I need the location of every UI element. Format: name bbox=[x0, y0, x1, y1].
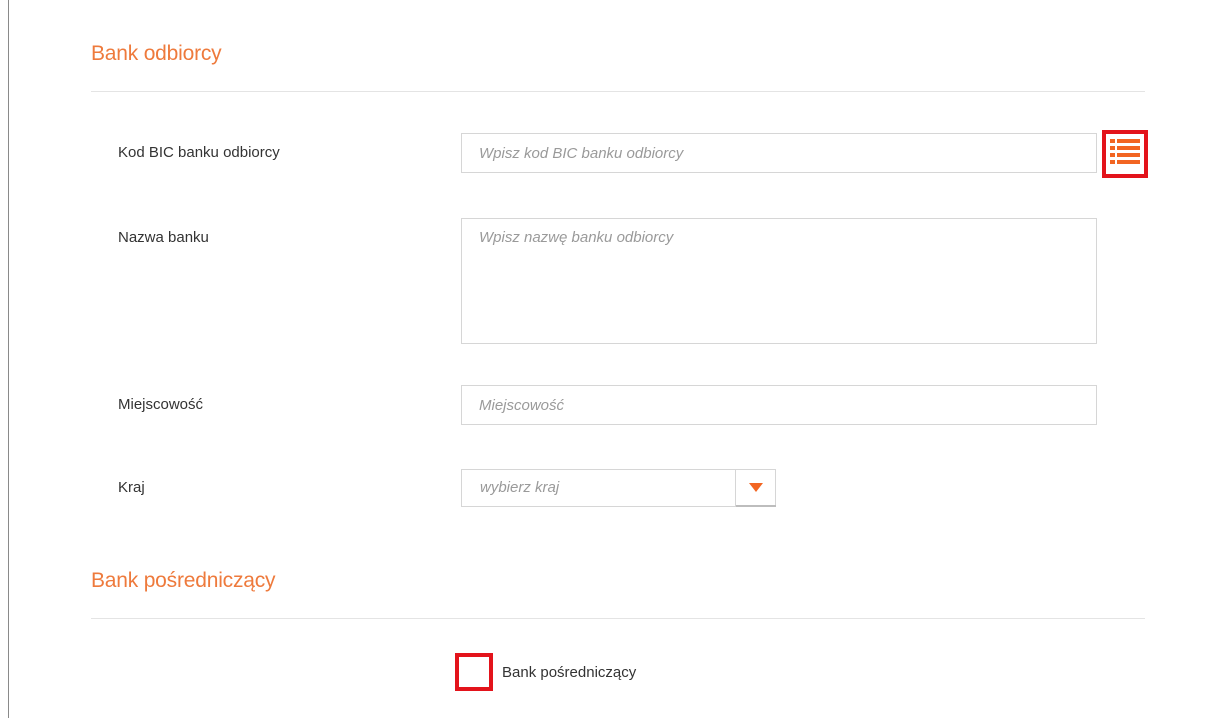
bic-label: Kod BIC banku odbiorcy bbox=[118, 144, 280, 161]
left-border bbox=[8, 0, 9, 718]
intermediary-bank-checkbox-row[interactable]: Bank pośredniczący bbox=[455, 653, 636, 691]
select-arrow-underline bbox=[736, 505, 776, 507]
country-dropdown-button[interactable] bbox=[736, 470, 775, 506]
country-label: Kraj bbox=[118, 479, 145, 496]
bank-name-label: Nazwa banku bbox=[118, 229, 209, 246]
country-select[interactable]: wybierz kraj bbox=[461, 469, 776, 507]
bank-list-button[interactable] bbox=[1102, 130, 1148, 178]
section-title-recipient-bank: Bank odbiorcy bbox=[91, 42, 222, 65]
bank-name-textarea[interactable] bbox=[461, 218, 1097, 344]
section-divider bbox=[91, 91, 1145, 92]
intermediary-bank-checkbox[interactable] bbox=[455, 653, 493, 691]
bic-input[interactable] bbox=[461, 133, 1097, 173]
city-label: Miejscowość bbox=[118, 396, 204, 413]
city-input[interactable] bbox=[461, 385, 1097, 425]
list-icon bbox=[1110, 138, 1140, 171]
section-divider bbox=[91, 618, 1145, 619]
caret-down-icon bbox=[748, 479, 763, 497]
intermediary-bank-checkbox-label: Bank pośredniczący bbox=[502, 663, 637, 681]
section-title-intermediary-bank: Bank pośredniczący bbox=[91, 569, 276, 592]
country-select-value: wybierz kraj bbox=[480, 479, 560, 496]
